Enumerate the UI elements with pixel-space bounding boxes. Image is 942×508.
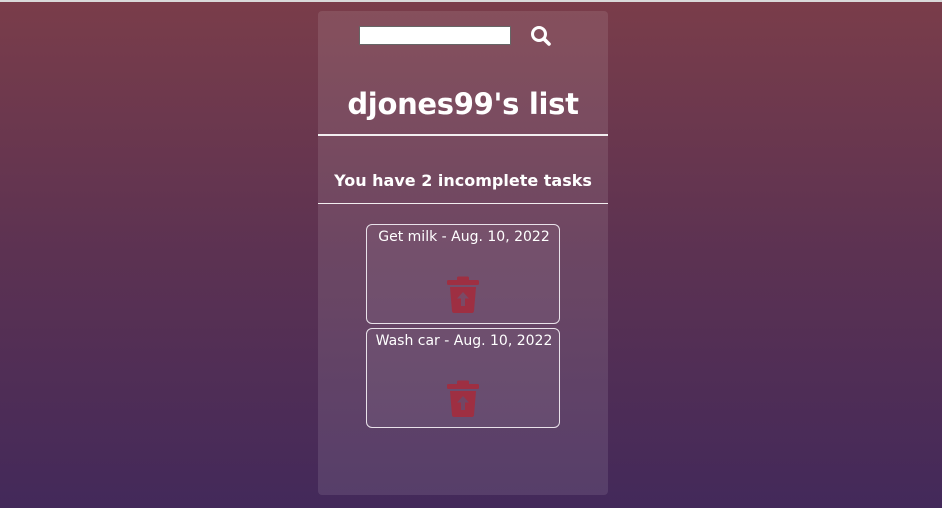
title-divider: [318, 134, 608, 136]
task-label: Wash car - Aug. 10, 2022: [375, 333, 553, 349]
search-icon: [531, 26, 551, 46]
delete-task-button[interactable]: [445, 276, 481, 314]
incomplete-count: You have 2 incomplete tasks: [334, 171, 592, 190]
task-card: Get milk - Aug. 10, 2022: [366, 224, 560, 324]
trash-restore-icon: [447, 380, 479, 417]
task-label: Get milk - Aug. 10, 2022: [378, 229, 550, 245]
search-button[interactable]: [528, 24, 554, 50]
task-list-panel: djones99's list You have 2 incomplete ta…: [318, 11, 608, 495]
trash-restore-icon: [447, 276, 479, 313]
top-divider: [0, 0, 942, 2]
search-input[interactable]: [359, 26, 511, 45]
page-title: djones99's list: [347, 87, 579, 121]
summary-divider: [318, 203, 608, 204]
task-card: Wash car - Aug. 10, 2022: [366, 328, 560, 428]
delete-task-button[interactable]: [445, 380, 481, 418]
search-bar: [318, 24, 608, 50]
